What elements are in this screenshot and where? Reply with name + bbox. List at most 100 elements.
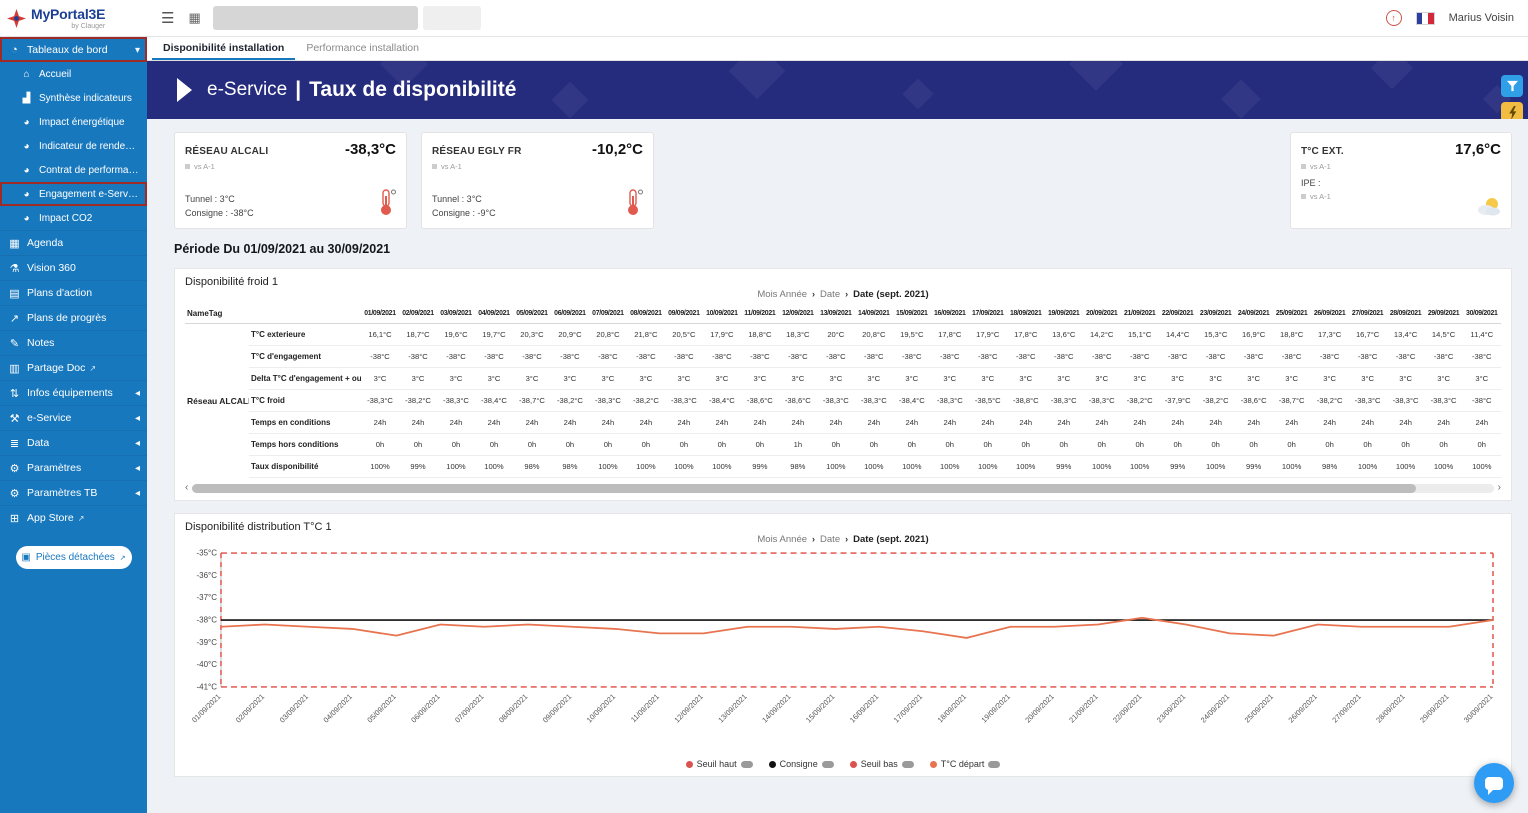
table-cell: -38°C bbox=[1310, 345, 1349, 368]
legend-toggle-icon[interactable] bbox=[988, 760, 1001, 768]
kpi-card-reseau-alcali[interactable]: RÉSEAU ALCALI -38,3°C vs A-1 Tunnel : 3°… bbox=[174, 132, 407, 229]
sidebar-item-partage-doc[interactable]: ▥ Partage Doc ↗ bbox=[0, 355, 147, 380]
table-cell: 3°C bbox=[1386, 367, 1425, 390]
sidebar-item-synthese-indicateurs[interactable]: ▟ Synthèse indicateurs bbox=[0, 86, 147, 110]
table-cell: 24h bbox=[361, 411, 399, 434]
sidebar-item-data[interactable]: ≣ Data ◂ bbox=[0, 430, 147, 455]
table-cell: 0h bbox=[968, 433, 1007, 456]
filter-button[interactable] bbox=[1501, 75, 1523, 97]
user-name[interactable]: Marius Voisin bbox=[1449, 12, 1514, 24]
sidebar-item-vision-360[interactable]: ⚗ Vision 360 bbox=[0, 255, 147, 280]
table-cell: 100% bbox=[1348, 455, 1387, 478]
table-cell: -38°C bbox=[1044, 345, 1083, 368]
scrollbar-thumb[interactable] bbox=[192, 483, 1416, 493]
table-cell: 24h bbox=[1234, 411, 1273, 434]
app-logo[interactable]: MyPortal3E by Clauger bbox=[0, 0, 147, 37]
column-header-date: 17/09/2021 bbox=[968, 304, 1007, 324]
sidebar-item-app-store[interactable]: ⊞ App Store ↗ bbox=[0, 505, 147, 530]
svg-text:20/09/2021: 20/09/2021 bbox=[1023, 692, 1055, 724]
sidebar-item-label: Impact énergétique bbox=[39, 116, 125, 128]
tab-performance-installation[interactable]: Performance installation bbox=[295, 37, 430, 60]
kpi-compare: vs A-1 bbox=[1310, 192, 1331, 201]
app-subtitle: by Clauger bbox=[71, 22, 106, 30]
tab-disponibilit-installation[interactable]: Disponibilité installation bbox=[152, 37, 296, 60]
table-cell: -38,3°C bbox=[1082, 389, 1121, 412]
table-cell: 100% bbox=[474, 455, 513, 478]
legend-toggle-icon[interactable] bbox=[821, 760, 834, 768]
energy-button[interactable] bbox=[1501, 102, 1523, 119]
sidebar-item-label: Engagement e-Service bbox=[39, 188, 140, 200]
scrollbar-track[interactable] bbox=[192, 483, 1494, 493]
table-cell: -38,4°C bbox=[474, 389, 513, 412]
scroll-left-icon[interactable]: ‹ bbox=[185, 483, 188, 493]
sidebar-item-indicateur-de-rendement-clef[interactable]: ◕ Indicateur de rendement clef bbox=[0, 134, 147, 158]
kpi-card-temperature-exterieure[interactable]: T°C EXT. 17,6°C vs A-1 IPE : vs A-1 bbox=[1290, 132, 1512, 229]
breadcrumb-item[interactable]: Date bbox=[820, 534, 840, 545]
kpi-card-reseau-egly-fr[interactable]: RÉSEAU EGLY FR -10,2°C vs A-1 Tunnel : 3… bbox=[421, 132, 654, 229]
column-header-date: 28/09/2021 bbox=[1386, 304, 1425, 324]
sidebar-item-label: Vision 360 bbox=[27, 262, 76, 274]
svg-text:09/09/2021: 09/09/2021 bbox=[541, 692, 573, 724]
table-cell: 0h bbox=[1348, 433, 1387, 456]
table-cell: -38,3°C bbox=[361, 389, 399, 412]
sidebar-item-label: Plans de progrès bbox=[27, 312, 107, 324]
table-cell: 17,3°C bbox=[1310, 323, 1349, 346]
trend-icon: ↗ bbox=[9, 312, 20, 325]
legend-item-t-c-d-part[interactable]: T°C départ bbox=[929, 759, 1001, 769]
breadcrumb-item[interactable]: Date bbox=[820, 289, 840, 300]
dashboard-window-icon[interactable]: ▦ bbox=[188, 10, 200, 26]
svg-text:05/09/2021: 05/09/2021 bbox=[365, 692, 397, 724]
scroll-right-icon[interactable]: › bbox=[1498, 483, 1501, 493]
bar-chart-icon: ▟ bbox=[22, 92, 31, 104]
sidebar-item-impact-co2[interactable]: ◕ Impact CO2 bbox=[0, 206, 147, 230]
sidebar-item-parametres-tb[interactable]: ⚙ Paramètres TB ◂ bbox=[0, 480, 147, 505]
table-cell: 100% bbox=[664, 455, 703, 478]
sidebar-item-plans-daction[interactable]: ▤ Plans d'action bbox=[0, 280, 147, 305]
sidebar-item-notes[interactable]: ✎ Notes bbox=[0, 330, 147, 355]
table-cell: -38,2°C bbox=[1196, 389, 1235, 412]
sidebar-item-contrat-de-performance[interactable]: ◕ Contrat de performance bbox=[0, 158, 147, 182]
table-cell: 3°C bbox=[1272, 367, 1311, 390]
table-cell: -38,3°C bbox=[816, 389, 855, 412]
language-flag-fr[interactable] bbox=[1415, 11, 1435, 25]
table-cell: -38°C bbox=[930, 345, 969, 368]
chat-widget-button[interactable] bbox=[1474, 763, 1514, 803]
kpi-value: 17,6°C bbox=[1454, 141, 1501, 158]
breadcrumb-item[interactable]: Mois Année bbox=[757, 289, 807, 300]
spare-parts-button[interactable]: ▣ Pièces détachées ↗ bbox=[15, 546, 132, 569]
breadcrumb-item[interactable]: Date (sept. 2021) bbox=[853, 289, 929, 300]
breadcrumb-item[interactable]: Date (sept. 2021) bbox=[853, 534, 929, 545]
sidebar-item-accueil[interactable]: ⌂ Accueil bbox=[0, 62, 147, 86]
sidebar-item-impact-energetique[interactable]: ◕ Impact énergétique bbox=[0, 110, 147, 134]
client-selector-secondary[interactable] bbox=[422, 6, 481, 30]
table-cell: -38,3°C bbox=[930, 389, 969, 412]
svg-text:28/09/2021: 28/09/2021 bbox=[1374, 692, 1406, 724]
legend-item-seuil-bas[interactable]: Seuil bas bbox=[849, 759, 914, 769]
client-selector-redacted[interactable] bbox=[212, 6, 418, 30]
table-metric-label: T°C exterieure bbox=[249, 323, 362, 346]
table-cell: -38,4°C bbox=[702, 389, 741, 412]
sidebar-item-parametres[interactable]: ⚙ Paramètres ◂ bbox=[0, 455, 147, 480]
kpi-title: T°C EXT. bbox=[1301, 146, 1344, 157]
horizontal-scrollbar: ‹ › bbox=[185, 483, 1501, 493]
sidebar-item-infos-equipements[interactable]: ⇅ Infos équipements ◂ bbox=[0, 380, 147, 405]
table-cell: 3°C bbox=[1462, 367, 1501, 390]
table-cell: 0h bbox=[1424, 433, 1463, 456]
sidebar-item-tableaux-de-bord[interactable]: ◔ Tableaux de bord ▾ bbox=[0, 37, 147, 62]
hamburger-menu-icon[interactable]: ☰ bbox=[161, 9, 174, 27]
column-header-date: 26/09/2021 bbox=[1310, 304, 1349, 324]
legend-item-seuil-haut[interactable]: Seuil haut bbox=[685, 759, 753, 769]
sidebar-item-engagement-e-service[interactable]: ◕ Engagement e-Service bbox=[0, 182, 147, 206]
sidebar-item-e-service[interactable]: ⚒ e-Service ◂ bbox=[0, 405, 147, 430]
legend-toggle-icon[interactable] bbox=[901, 760, 914, 768]
sidebar-item-agenda[interactable]: ▦ Agenda bbox=[0, 230, 147, 255]
breadcrumb-item[interactable]: Mois Année bbox=[757, 534, 807, 545]
sidebar-item-plans-de-progres[interactable]: ↗ Plans de progrès bbox=[0, 305, 147, 330]
update-icon[interactable]: ↑ bbox=[1385, 10, 1402, 26]
table-cell: -38°C bbox=[1234, 345, 1273, 368]
table-cell: 3°C bbox=[626, 367, 665, 390]
legend-dot-icon bbox=[685, 760, 693, 768]
column-header-date: 12/09/2021 bbox=[778, 304, 817, 324]
legend-toggle-icon[interactable] bbox=[740, 760, 753, 768]
legend-item-consigne[interactable]: Consigne bbox=[768, 759, 834, 769]
